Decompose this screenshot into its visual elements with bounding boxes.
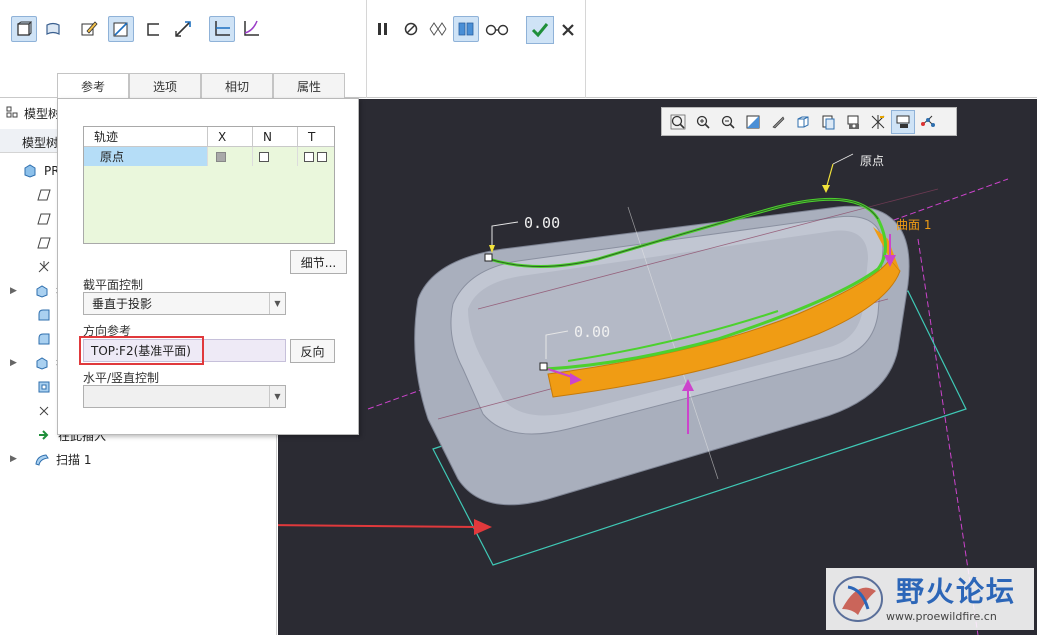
refit-icon[interactable]: [666, 110, 690, 134]
expand-arrow-icon[interactable]: ▶: [10, 358, 22, 368]
graphics-viewport[interactable]: 原点 0.00 0.00 曲面 1: [278, 99, 1037, 635]
perspective-icon[interactable]: [841, 110, 865, 134]
datum-display-icon[interactable]: [866, 110, 890, 134]
plane-icon: [36, 235, 52, 251]
t-checkbox-cell: [298, 147, 334, 166]
cancel-icon[interactable]: [555, 17, 581, 43]
confirm-icon[interactable]: [526, 16, 554, 44]
tree-grid-icon: [6, 106, 18, 121]
solid-icon[interactable]: [11, 16, 37, 42]
n-checkbox[interactable]: [259, 151, 269, 162]
x-checkbox[interactable]: [216, 151, 226, 162]
hv-control-select[interactable]: ▼: [83, 385, 286, 408]
tree-item-sweep-1[interactable]: ▶ 扫描 1: [0, 447, 91, 471]
plane-icon: [36, 211, 52, 227]
tree-item-label: 扫描 1: [56, 452, 92, 467]
hv-control-label: 水平/竖直控制: [83, 371, 160, 385]
column-x: X: [208, 127, 253, 146]
pause-icon[interactable]: [370, 16, 396, 42]
trajectory-table: 轨迹 X N T 原点: [83, 126, 335, 244]
trajectory-name[interactable]: 原点: [84, 147, 208, 166]
thin-icon[interactable]: [140, 16, 166, 42]
chevron-down-icon: ▼: [269, 293, 285, 314]
view-toolbar: [661, 107, 957, 136]
dimension-top[interactable]: 0.00: [524, 214, 560, 232]
details-button[interactable]: 细节...: [290, 250, 347, 274]
model-tree-header: 模型树: [6, 105, 60, 122]
swap-icon[interactable]: [170, 16, 196, 42]
model-tree-title: 模型树: [24, 107, 61, 121]
tab-tangency[interactable]: 相切: [201, 73, 273, 98]
table-row[interactable]: 原点: [84, 147, 334, 166]
column-n: N: [253, 127, 298, 146]
watermark-url: www.proewildfire.cn: [886, 610, 997, 623]
column-trajectory: 轨迹: [84, 127, 208, 146]
column-t: T: [308, 129, 316, 144]
flip-button[interactable]: 反向: [290, 339, 335, 363]
surface-icon[interactable]: [40, 16, 66, 42]
preview-icon[interactable]: [425, 16, 451, 42]
n-checkbox-cell: [253, 147, 298, 166]
callout-arrowhead: [474, 519, 492, 535]
x-checkbox-cell: [208, 147, 253, 166]
tab-label: 相切: [224, 79, 249, 94]
trajectory-start-point[interactable]: [484, 253, 493, 262]
section-control-label: 截平面控制: [83, 278, 144, 292]
zoom-out-icon[interactable]: [716, 110, 740, 134]
sweep-icon: [34, 451, 50, 467]
constant-section-icon[interactable]: [209, 16, 235, 42]
callout-arrow: [278, 524, 479, 528]
variable-section-icon[interactable]: [238, 16, 264, 42]
tab-properties[interactable]: 属性: [273, 73, 345, 98]
csys-icon: [36, 259, 52, 275]
extrude-icon: [34, 355, 50, 371]
tab-options[interactable]: 选项: [129, 73, 201, 98]
watermark-title: 野火论坛: [896, 575, 1017, 608]
highlight-box: [79, 336, 204, 365]
insert-arrow-icon: [36, 427, 52, 443]
extrude-icon: [34, 283, 50, 299]
dashboard-tabs: 参考 选项 相切 属性: [57, 73, 345, 99]
chevron-down-icon: ▼: [269, 386, 285, 407]
ribbon: 参考 选项 相切 属性: [0, 0, 1037, 99]
references-panel: 轨迹 X N T 原点 细节... 截平面控制 垂直于投影 ▼ 方向参考 TOP…: [57, 98, 359, 435]
plane-icon: [36, 187, 52, 203]
round-icon: [36, 331, 52, 347]
part-icon: [22, 163, 38, 179]
spin-center-icon[interactable]: [916, 110, 940, 134]
section-control-value: 垂直于投影: [92, 297, 153, 311]
table-header: 轨迹 X N T: [84, 127, 334, 147]
glasses-icon[interactable]: [484, 16, 510, 42]
expand-arrow-icon[interactable]: ▶: [10, 286, 22, 296]
sketch-icon[interactable]: [76, 16, 102, 42]
saved-views-icon[interactable]: [791, 110, 815, 134]
trajectory-point[interactable]: [539, 362, 548, 371]
zoom-in-icon[interactable]: [691, 110, 715, 134]
shell-icon: [36, 379, 52, 395]
dimension-mid[interactable]: 0.00: [574, 323, 610, 341]
view-manager-icon[interactable]: [816, 110, 840, 134]
origin-annotation: 原点: [860, 154, 884, 168]
t-checkbox[interactable]: [304, 151, 314, 162]
cut-icon[interactable]: [108, 16, 134, 42]
tab-label: 属性: [296, 79, 321, 94]
watermark-logo-icon: [833, 576, 883, 622]
tab-label: 参考: [80, 80, 105, 94]
section-control-select[interactable]: 垂直于投影 ▼: [83, 292, 286, 315]
csys-icon: [36, 403, 52, 419]
t-checkbox-2[interactable]: [317, 151, 327, 162]
expand-arrow-icon[interactable]: ▶: [10, 454, 22, 464]
watermark: 野火论坛 www.proewildfire.cn: [826, 568, 1034, 630]
round-icon: [36, 307, 52, 323]
repaint-icon[interactable]: [741, 110, 765, 134]
surface-label: 曲面 1: [896, 218, 931, 232]
annotation-display-icon[interactable]: [891, 109, 915, 134]
tab-references[interactable]: 参考: [57, 73, 129, 99]
tab-label: 选项: [152, 79, 177, 94]
no-preview-icon[interactable]: [398, 16, 424, 42]
model-graphics: 原点 0.00 0.00 曲面 1: [278, 153, 1009, 635]
tab-model-tree[interactable]: 模型树: [22, 134, 58, 151]
verify-icon[interactable]: [453, 16, 479, 42]
shading-icon[interactable]: [766, 110, 790, 134]
